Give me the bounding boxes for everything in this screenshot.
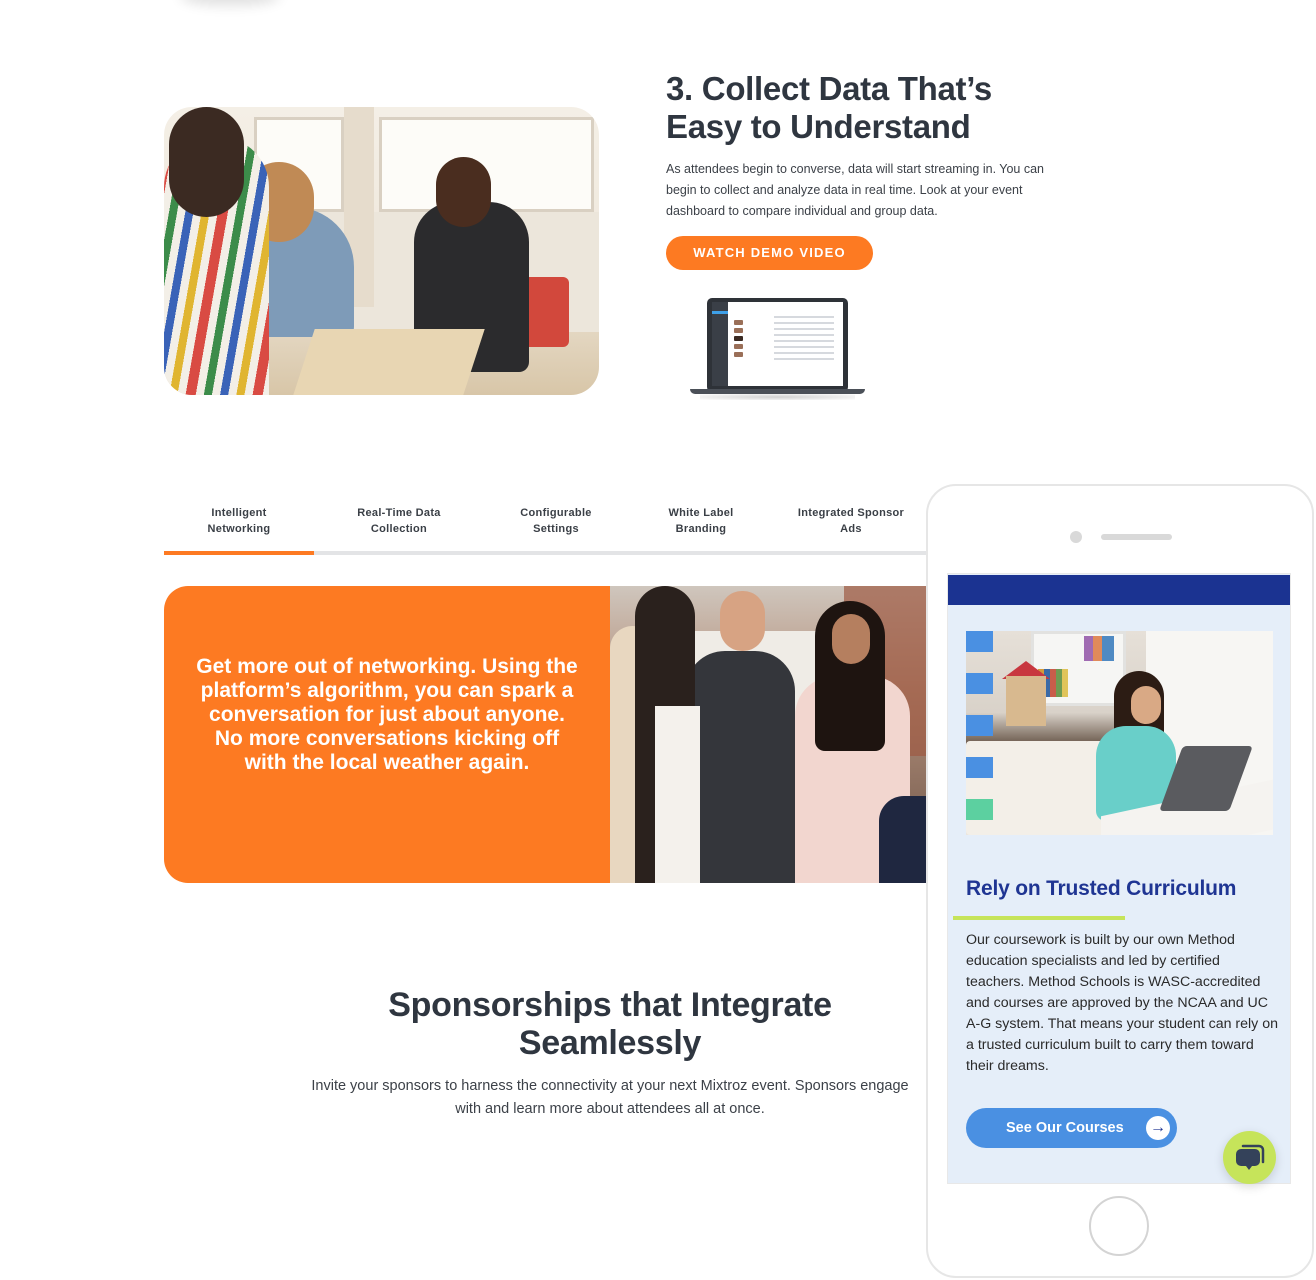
phone-camera — [1070, 531, 1082, 543]
student-photo — [966, 631, 1273, 835]
decorative-block — [966, 631, 993, 652]
decorative-block — [966, 673, 993, 694]
dashboard-row — [774, 334, 834, 336]
mobile-section-body: Our coursework is built by our own Metho… — [966, 932, 1279, 1074]
tab-label: Networking — [207, 523, 271, 535]
phone-speaker — [1101, 534, 1172, 540]
dashboard-sidebar — [712, 302, 728, 386]
tab-label: White Label — [668, 507, 734, 519]
section-body: As attendees begin to converse, data wil… — [666, 162, 1045, 218]
photo-person — [655, 706, 700, 883]
watch-demo-video-button[interactable]: WATCH DEMO VIDEO — [666, 236, 873, 270]
decorative-block — [966, 715, 993, 736]
tab-integrated-sponsor-ads[interactable]: Integrated Sponsor Ads — [776, 505, 926, 556]
photo-person — [685, 651, 795, 883]
mobile-site-header — [948, 575, 1290, 605]
photo-dollhouse — [1006, 676, 1046, 726]
decorative-block — [966, 799, 993, 820]
tab-label: Configurable — [520, 507, 592, 519]
tab-label: Settings — [533, 523, 579, 535]
dashboard-row — [774, 352, 834, 354]
tab-configurable-settings[interactable]: Configurable Settings — [486, 505, 626, 556]
dashboard-row — [774, 328, 834, 330]
dashboard-row — [774, 340, 834, 342]
dashboard-row — [774, 316, 834, 318]
tab-white-label-branding[interactable]: White Label Branding — [636, 505, 766, 556]
sponsorships-body: Invite your sponsors to harness the conn… — [311, 1078, 909, 1117]
photo-books — [1084, 636, 1114, 661]
tabs-active-indicator — [164, 551, 314, 555]
photo-person-head — [720, 591, 765, 651]
see-our-courses-label: See Our Courses — [1006, 1120, 1124, 1136]
dashboard-avatar — [734, 344, 743, 349]
dashboard-avatar — [734, 320, 743, 325]
see-our-courses-button[interactable]: See Our Courses → — [966, 1108, 1177, 1148]
photo-table — [293, 329, 485, 395]
laptop-dashboard-image — [690, 296, 865, 400]
tab-intelligent-networking[interactable]: Intelligent Networking — [164, 505, 314, 556]
dashboard-avatar — [734, 336, 743, 341]
feature-panel: Get more out of networking. Using the pl… — [164, 586, 934, 883]
feature-description: Get more out of networking. Using the pl… — [196, 655, 578, 774]
photo-person-head — [832, 614, 870, 664]
tab-label: Real-Time Data — [357, 507, 441, 519]
arrow-right-icon: → — [1146, 1116, 1170, 1140]
dashboard-row — [774, 346, 834, 348]
tab-label: Branding — [675, 523, 727, 535]
laptop-shadow — [700, 394, 855, 400]
feature-tabs: Intelligent Networking Real-Time Data Co… — [164, 505, 934, 556]
tab-label: Intelligent — [211, 507, 267, 519]
decorative-block — [966, 757, 993, 778]
chat-bubbles-icon — [1236, 1144, 1265, 1170]
section-title-line2: Easy to Understand — [666, 108, 971, 145]
laptop-screen — [712, 302, 843, 386]
section-title: 3. Collect Data That’s Easy to Understan… — [666, 70, 1086, 146]
section-title-line1: 3. Collect Data That’s — [666, 70, 992, 107]
tab-label: Integrated Sponsor — [797, 507, 905, 519]
dashboard-row — [774, 358, 834, 360]
hero-photo — [164, 107, 599, 395]
dashboard-avatar — [734, 352, 743, 357]
mobile-section-title: Rely on Trusted Curriculum — [966, 877, 1237, 900]
tab-label: Ads — [840, 523, 862, 535]
dashboard-avatar — [734, 328, 743, 333]
sponsorships-title: Sponsorships that Integrate Seamlessly — [388, 986, 832, 1062]
tab-real-time-data-collection[interactable]: Real-Time Data Collection — [324, 505, 474, 556]
tab-label: Collection — [370, 523, 428, 535]
networking-photo — [610, 586, 934, 883]
title-underline — [953, 916, 1125, 920]
phone-screen: Rely on Trusted Curriculum Our coursewor… — [947, 573, 1291, 1184]
photo-person-head — [436, 157, 491, 227]
dashboard-sidebar-active-item — [712, 311, 728, 314]
chat-button[interactable] — [1223, 1131, 1276, 1184]
feature-text-card: Get more out of networking. Using the pl… — [164, 586, 610, 883]
photo-person-head — [169, 107, 244, 217]
dashboard-row — [774, 322, 834, 324]
phone-home-button — [1089, 1196, 1149, 1256]
photo-girl-face — [1131, 686, 1161, 724]
